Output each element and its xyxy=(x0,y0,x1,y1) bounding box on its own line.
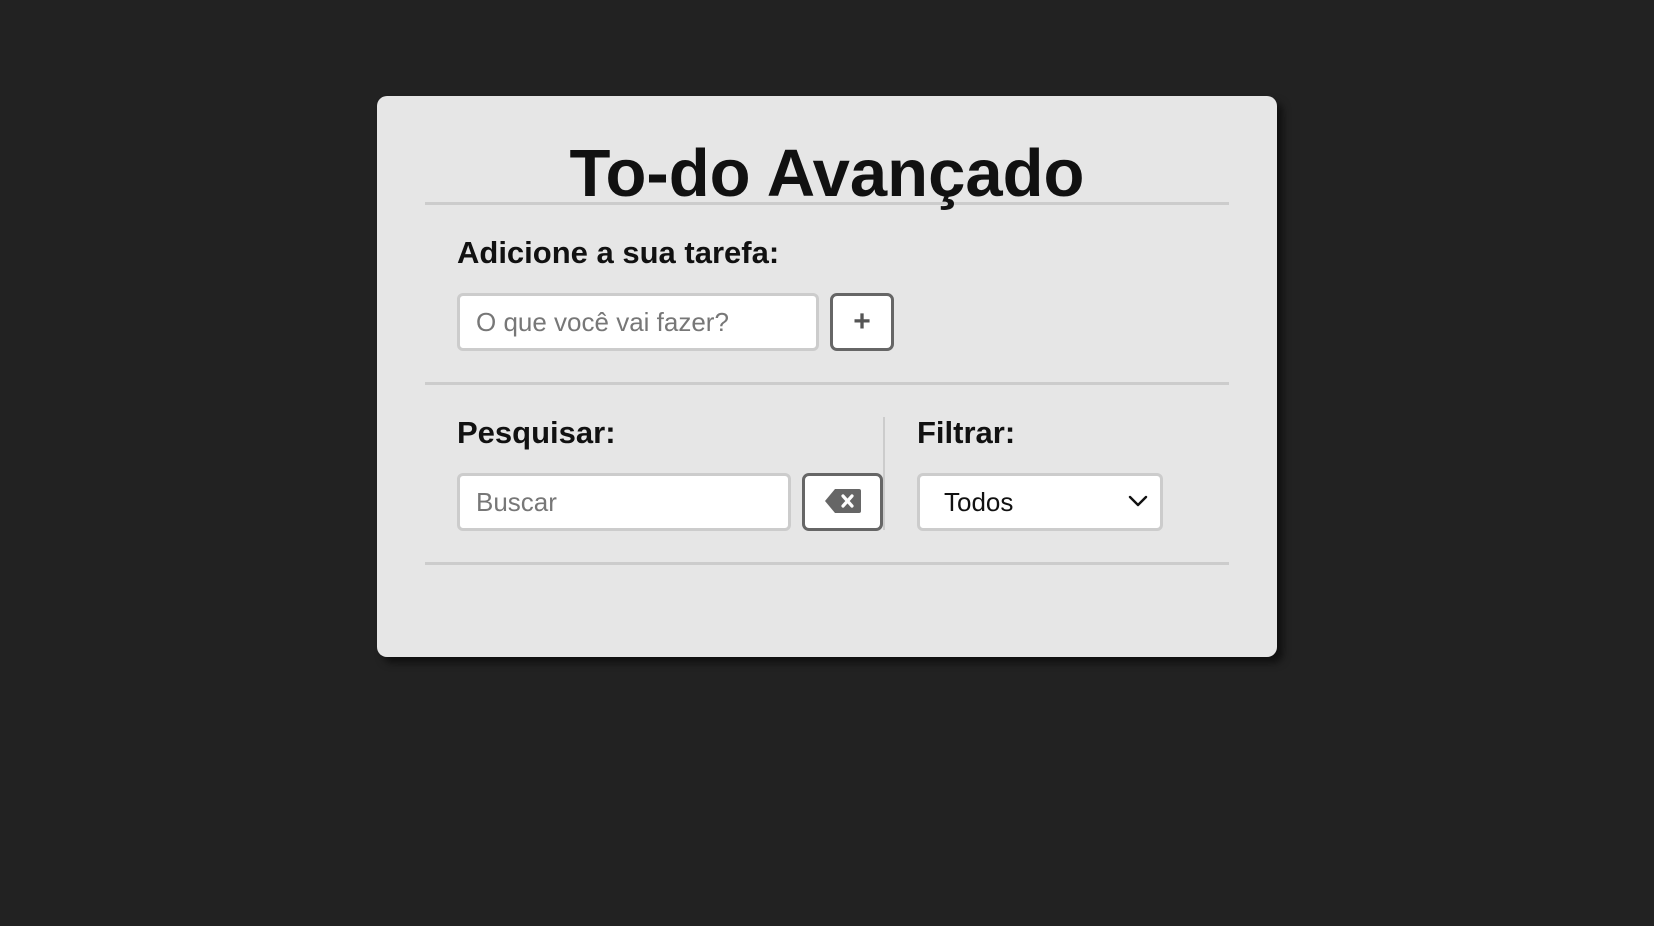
search-input[interactable] xyxy=(457,473,791,531)
search-area: Pesquisar: xyxy=(425,415,885,531)
add-task-button[interactable]: + xyxy=(830,293,894,351)
filter-row: Todos xyxy=(917,473,1163,531)
chevron-down-icon xyxy=(1128,494,1148,513)
filter-label: Filtrar: xyxy=(917,415,1016,450)
page-title: To-do Avançado xyxy=(569,136,1085,211)
add-task-section: Adicione a sua tarefa: + xyxy=(425,205,1229,382)
add-task-label: Adicione a sua tarefa: xyxy=(457,235,780,270)
filter-selected-value: Todos xyxy=(944,486,1014,517)
add-task-input[interactable] xyxy=(457,293,819,351)
filter-area: Filtrar: Todos xyxy=(885,417,1163,562)
filter-select[interactable]: Todos xyxy=(917,473,1163,531)
tools-section: Pesquisar: Filtrar: Todos xyxy=(425,385,1229,562)
clear-search-button[interactable] xyxy=(802,473,883,531)
backspace-icon xyxy=(824,488,862,517)
search-label: Pesquisar: xyxy=(457,415,616,450)
todo-card: To-do Avançado Adicione a sua tarefa: + … xyxy=(377,96,1277,657)
divider xyxy=(425,562,1229,565)
add-task-row: + xyxy=(457,293,1197,351)
search-row xyxy=(457,473,883,531)
